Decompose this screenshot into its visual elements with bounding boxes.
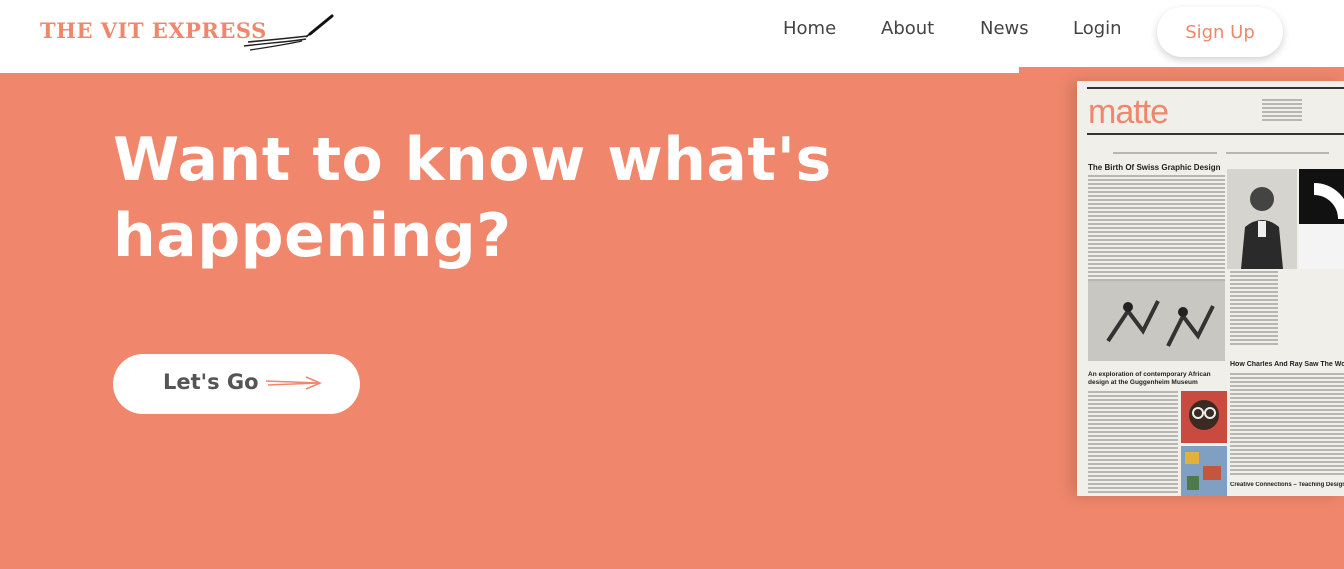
article-headline-3: An exploration of contemporary African d…: [1088, 371, 1211, 386]
nav-about-link[interactable]: About: [881, 18, 934, 39]
nav-login-link[interactable]: Login: [1073, 18, 1122, 39]
site-header: THE VIT EXPRESS Home About News Login Si…: [0, 0, 1344, 73]
article-headline-4: Creative Connections – Teaching Design T…: [1230, 482, 1344, 488]
colorful-artwork-photo: [1181, 446, 1227, 496]
article-headline-1: The Birth Of Swiss Graphic Design: [1088, 163, 1221, 172]
teaser-columns: [1113, 143, 1343, 161]
nav-home-link[interactable]: Home: [783, 18, 836, 39]
newspaper-image: matte The Birth Of Swiss Graphic Design …: [1077, 81, 1344, 496]
article-2-text: [1230, 373, 1344, 478]
glasses-portrait-photo: [1181, 391, 1227, 443]
dancers-photo: [1088, 281, 1225, 361]
portrait-photo: [1227, 169, 1297, 269]
hero-headline: Want to know what's happening?: [113, 125, 832, 271]
article-3-text: [1088, 391, 1178, 496]
newspaper-masthead: matte: [1088, 93, 1169, 131]
arrow-right-icon: [266, 376, 322, 390]
nav-news-link[interactable]: News: [980, 18, 1029, 39]
masthead-side-text: [1262, 99, 1302, 129]
article-headline-2: How Charles And Ray Saw The World: [1230, 361, 1344, 368]
swiss-poster-image: [1299, 169, 1344, 269]
pen-icon: [243, 14, 334, 51]
lets-go-button[interactable]: Let's Go: [113, 354, 360, 414]
brand-logo[interactable]: THE VIT EXPRESS: [40, 12, 340, 56]
brand-name: THE VIT EXPRESS: [40, 18, 267, 43]
signup-button-label: Sign Up: [1185, 21, 1255, 43]
paper-rule: [1087, 133, 1344, 137]
signup-button[interactable]: Sign Up: [1157, 7, 1283, 57]
paper-top-rule: [1087, 87, 1344, 90]
lets-go-label: Let's Go: [163, 370, 259, 394]
hero-divider: [1019, 67, 1344, 73]
